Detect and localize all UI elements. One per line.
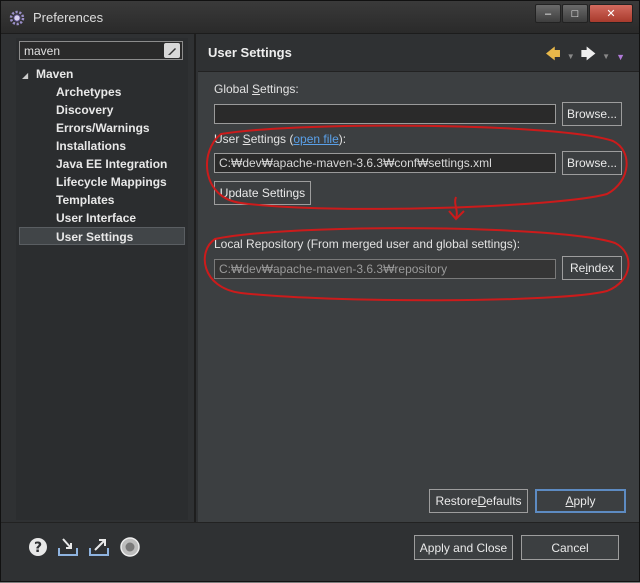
global-settings-field[interactable] [214, 104, 556, 124]
global-settings-label: Global Settings: [214, 82, 299, 96]
maximize-button[interactable]: □ [562, 4, 588, 23]
tree-item-discovery[interactable]: Discovery [16, 101, 188, 119]
page-header: User Settings 🡄 ▼ 🡆 ▼ ▼ [198, 34, 639, 72]
preference-tree: ◢ Maven Archetypes Discovery Errors/Warni… [16, 65, 188, 245]
tree-item-user-settings[interactable]: User Settings [19, 227, 185, 245]
apply-and-close-button[interactable]: Apply and Close [414, 535, 513, 560]
global-browse-button[interactable]: Browse... [562, 102, 622, 126]
minimize-button[interactable]: ‒ [535, 4, 561, 23]
local-repository-field: C:₩dev₩apache-maven-3.6.3₩repository [214, 259, 556, 279]
clear-filter-icon[interactable] [164, 43, 180, 58]
view-menu-icon[interactable]: ▼ [616, 52, 625, 62]
apply-button[interactable]: Apply [535, 489, 626, 513]
app-gear-icon [9, 10, 25, 26]
minimize-icon: ‒ [544, 7, 552, 20]
local-repository-label: Local Repository (From merged user and g… [214, 237, 521, 251]
tree-item-java-ee-integration[interactable]: Java EE Integration [16, 155, 188, 173]
user-browse-button[interactable]: Browse... [562, 151, 622, 175]
settings-page: User Settings 🡄 ▼ 🡆 ▼ ▼ Global Settings:… [198, 34, 639, 522]
svg-text:?: ? [34, 540, 42, 556]
title-bar: Preferences ‒ □ ✕ [1, 1, 639, 34]
tree-node-maven[interactable]: ◢ Maven [16, 65, 188, 83]
close-button[interactable]: ✕ [589, 4, 633, 23]
tree-item-installations[interactable]: Installations [16, 137, 188, 155]
tree-node-label: Maven [36, 67, 74, 81]
import-icon[interactable] [57, 536, 79, 558]
preferences-window: Preferences ‒ □ ✕ ◢Maven Archetypes Disc… [0, 0, 640, 582]
back-arrow-icon[interactable]: 🡄 [545, 44, 561, 69]
forward-arrow-icon[interactable]: 🡆 [581, 44, 597, 69]
close-icon: ✕ [606, 8, 616, 20]
filter-input[interactable] [19, 41, 183, 60]
pane-splitter[interactable] [194, 34, 196, 522]
tree-item-errors-warnings[interactable]: Errors/Warnings [16, 119, 188, 137]
back-dropdown-icon[interactable]: ▼ [567, 52, 575, 61]
preference-tree-pane: ◢Maven Archetypes Discovery Errors/Warni… [16, 38, 188, 520]
tree-item-user-interface[interactable]: User Interface [16, 209, 188, 227]
dialog-footer: ? Apply and Close Cancel [1, 522, 639, 581]
forward-dropdown-icon[interactable]: ▼ [602, 52, 610, 61]
collapse-arrow-icon[interactable]: ◢ [22, 67, 36, 85]
tree-item-lifecycle-mappings[interactable]: Lifecycle Mappings [16, 173, 188, 191]
tree-item-templates[interactable]: Templates [16, 191, 188, 209]
restore-defaults-button[interactable]: Restore Defaults [429, 489, 528, 513]
help-icon[interactable]: ? [27, 536, 49, 558]
page-title: User Settings [208, 45, 292, 60]
export-icon[interactable] [88, 536, 110, 558]
maximize-icon: □ [571, 7, 579, 20]
reindex-button[interactable]: Re i ndex [562, 256, 622, 280]
update-settings-button[interactable]: Update Settings [214, 181, 311, 205]
open-file-link[interactable]: open file [293, 132, 338, 146]
user-settings-field[interactable]: C:₩dev₩apache-maven-3.6.3₩conf₩settings.… [214, 153, 556, 173]
window-title: Preferences [33, 10, 104, 25]
cancel-button[interactable]: Cancel [521, 535, 619, 560]
user-settings-label: User Settings (open file): [214, 132, 347, 146]
oomph-record-icon[interactable] [119, 536, 141, 558]
tree-item-archetypes[interactable]: Archetypes [16, 83, 188, 101]
